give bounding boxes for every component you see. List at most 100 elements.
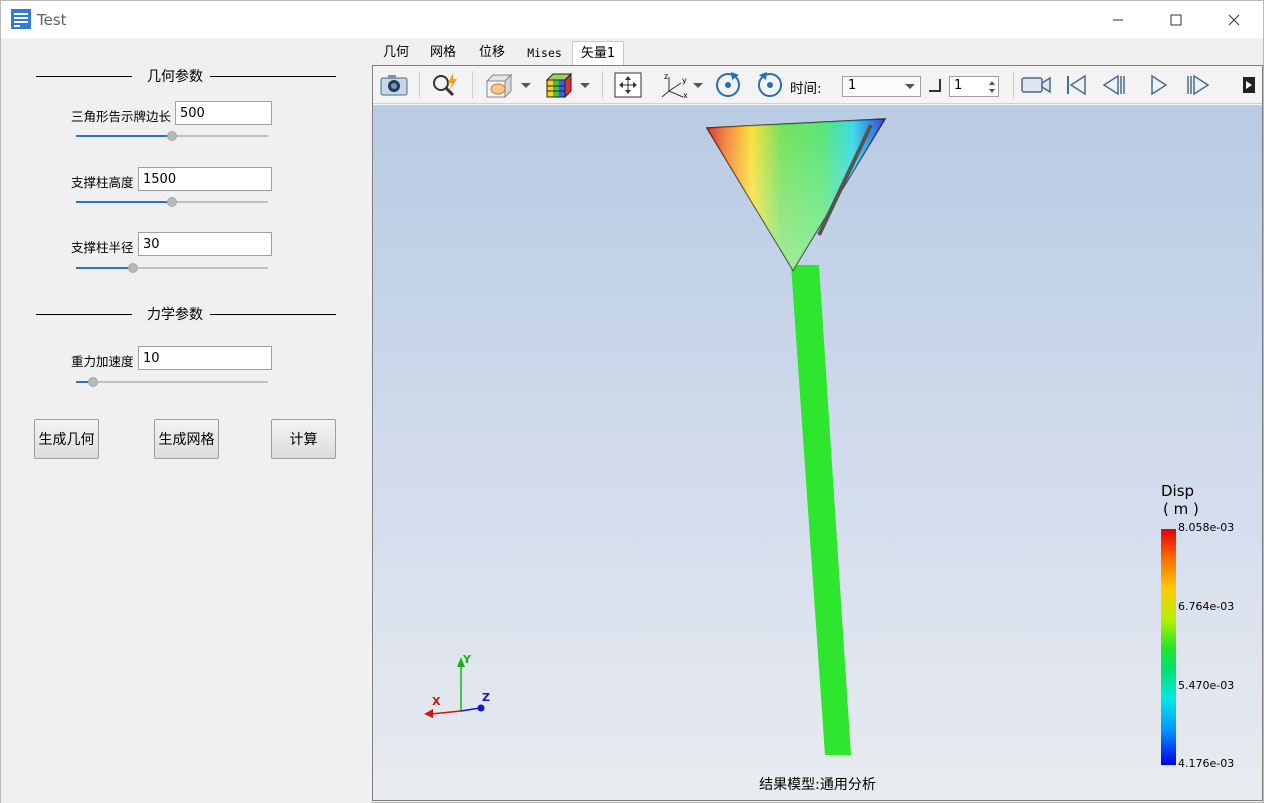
svg-text:x: x xyxy=(683,91,688,99)
tab-displacement[interactable]: 位移 xyxy=(467,41,517,65)
support-column xyxy=(791,265,851,755)
fit-view-button[interactable] xyxy=(611,69,645,101)
prev-frame-button[interactable] xyxy=(1099,69,1129,101)
tab-mesh[interactable]: 网格 xyxy=(419,41,467,65)
spin-up-icon[interactable] xyxy=(989,81,995,85)
slider-fill xyxy=(76,201,172,203)
rotate-ccw-icon xyxy=(758,72,782,97)
slider-fill xyxy=(76,135,172,137)
step-spinbox[interactable]: 1 xyxy=(949,76,999,97)
minimize-icon xyxy=(1113,19,1123,20)
close-icon xyxy=(1228,14,1240,25)
tab-geometry[interactable]: 几何 xyxy=(373,41,419,65)
display-mode-icon xyxy=(485,73,513,99)
spin-down-icon[interactable] xyxy=(989,89,995,93)
divider xyxy=(36,76,132,77)
axes-icon: z y x xyxy=(661,72,688,99)
color-map-button[interactable] xyxy=(541,69,593,101)
fit-view-icon xyxy=(614,72,642,98)
camera-icon xyxy=(380,75,408,96)
first-frame-button[interactable] xyxy=(1061,69,1091,101)
slider-thumb[interactable] xyxy=(88,377,98,387)
param-label-sign-edge: 三角形告示牌边长 xyxy=(71,109,172,124)
parameter-panel: 几何参数 三角形告示牌边长 支撑柱高度 支撑柱半径 力学参数 xyxy=(1,38,371,803)
play-icon xyxy=(1151,74,1168,96)
play-button[interactable] xyxy=(1143,69,1173,101)
param-label-column-height: 支撑柱高度 xyxy=(71,175,134,190)
legend-colorbar xyxy=(1161,529,1176,765)
first-frame-icon xyxy=(1067,74,1086,96)
slider-thumb[interactable] xyxy=(167,131,177,141)
column-height-slider[interactable] xyxy=(76,196,268,208)
record-icon xyxy=(1021,76,1051,94)
app-icon xyxy=(11,9,31,29)
geometry-section-title: 几何参数 xyxy=(147,69,203,85)
maximize-button[interactable] xyxy=(1147,1,1205,38)
divider xyxy=(210,314,336,315)
sign-edge-slider[interactable] xyxy=(76,130,268,142)
gravity-slider[interactable] xyxy=(76,376,268,388)
step-value: 1 xyxy=(954,78,963,93)
tab-mises[interactable]: Mises xyxy=(517,41,572,65)
prev-frame-icon xyxy=(1102,74,1125,96)
sign-edge-input[interactable] xyxy=(175,101,272,125)
tab-vector1[interactable]: 矢量1 xyxy=(572,41,624,65)
result-model: Y X Z xyxy=(424,118,887,755)
generate-geometry-button[interactable]: 生成几何 xyxy=(34,419,99,459)
app-window: Test 几何参数 三角形告示牌边长 支撑柱高度 xyxy=(0,0,1264,803)
triad-z-label: Z xyxy=(482,691,490,704)
display-mode-button[interactable] xyxy=(481,69,533,101)
chevron-down-icon xyxy=(580,82,590,88)
divider xyxy=(210,76,336,77)
close-button[interactable] xyxy=(1205,1,1263,38)
chevron-down-icon xyxy=(521,82,531,88)
column-height-input[interactable] xyxy=(138,167,272,191)
color-cube-icon xyxy=(545,72,573,99)
chevron-down-icon xyxy=(905,84,915,89)
triad-y-label: Y xyxy=(462,653,472,666)
toolbar-overflow-button[interactable] xyxy=(1241,69,1257,101)
result-model-label: 结果模型:通用分析 xyxy=(759,777,876,793)
chevron-down-icon xyxy=(693,82,703,88)
rotate-ccw-button[interactable] xyxy=(753,69,787,101)
mechanics-section-header: 力学参数 xyxy=(36,304,336,324)
coordinate-triad: Y X Z xyxy=(424,653,490,718)
axes-view-button[interactable]: z y x xyxy=(655,69,707,101)
column-radius-slider[interactable] xyxy=(76,262,268,274)
maximize-icon xyxy=(1170,14,1182,25)
param-label-gravity: 重力加速度 xyxy=(71,354,134,369)
rotate-cw-icon xyxy=(716,72,740,97)
svg-text:z: z xyxy=(664,72,668,81)
column-radius-input[interactable] xyxy=(138,232,272,256)
legend-tick-max: 8.058e-03 xyxy=(1178,521,1235,534)
compute-button[interactable]: 计算 xyxy=(271,419,336,459)
legend-tick: 6.764e-03 xyxy=(1178,600,1235,613)
legend-tick: 5.470e-03 xyxy=(1178,679,1235,692)
next-frame-button[interactable] xyxy=(1183,69,1213,101)
zoom-icon xyxy=(433,73,457,97)
step-marker-icon xyxy=(929,79,941,92)
slider-thumb[interactable] xyxy=(128,263,138,273)
chevron-right-icon xyxy=(1243,77,1255,93)
legend-title: Disp xyxy=(1161,482,1195,500)
next-frame-icon xyxy=(1187,74,1210,96)
gravity-input[interactable] xyxy=(138,346,272,370)
window-title: Test xyxy=(37,11,67,29)
zoom-button[interactable] xyxy=(427,69,463,101)
title-bar: Test xyxy=(1,1,1263,38)
generate-mesh-button[interactable]: 生成网格 xyxy=(154,419,219,459)
record-button[interactable] xyxy=(1019,69,1053,101)
screenshot-button[interactable] xyxy=(377,69,411,101)
triad-x-label: X xyxy=(432,695,441,708)
param-label-column-radius: 支撑柱半径 xyxy=(71,240,134,255)
minimize-button[interactable] xyxy=(1089,1,1147,38)
3d-viewport[interactable]: Y X Z Disp ( m ) 8.058e-03 6.764e-03 5.4… xyxy=(373,105,1262,800)
mechanics-section-title: 力学参数 xyxy=(147,307,203,323)
slider-thumb[interactable] xyxy=(167,197,177,207)
geometry-section-header: 几何参数 xyxy=(36,66,336,86)
slider-fill xyxy=(76,267,133,269)
time-select[interactable]: 1 xyxy=(842,76,921,97)
time-label: 时间: xyxy=(790,81,822,97)
legend-unit: ( m ) xyxy=(1163,500,1199,518)
rotate-cw-button[interactable] xyxy=(711,69,745,101)
